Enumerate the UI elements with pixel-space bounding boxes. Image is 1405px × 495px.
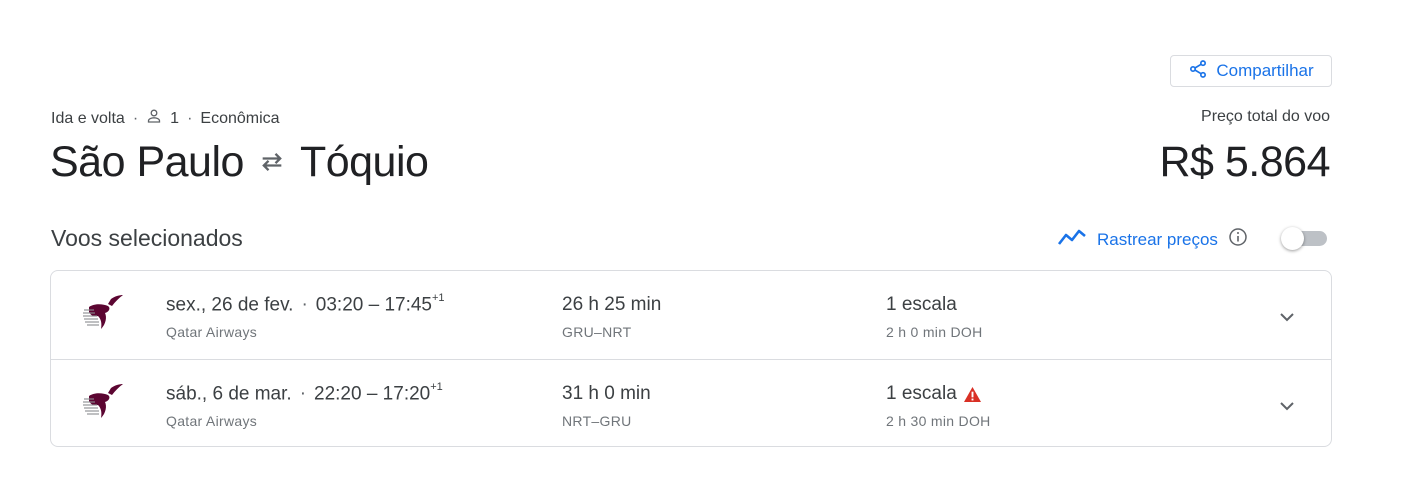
day-offset: +1	[432, 292, 445, 304]
flight-times: 03:20 – 17:45	[315, 294, 432, 316]
passenger-count: 1	[170, 109, 180, 127]
separator-dot: ·	[299, 383, 307, 405]
flight-date: sáb., 6 de mar.	[166, 383, 292, 405]
flight-date: sex., 26 de fev.	[166, 294, 294, 316]
share-label: Compartilhar	[1216, 61, 1314, 80]
flight-duration: 26 h 25 min	[562, 294, 662, 315]
flight-duration: 31 h 0 min	[562, 383, 651, 404]
track-prices[interactable]: Rastrear preços	[1057, 226, 1248, 253]
flight-row[interactable]: sex., 26 de fev. · 03:20 – 17:45+1 Qatar A…	[51, 271, 1331, 359]
stops-label: 1 escala	[886, 294, 957, 315]
trend-icon	[1057, 226, 1087, 253]
flight-stops: 1 escala	[886, 294, 957, 316]
qatar-airways-logo	[83, 384, 123, 418]
price-label: Preço total do voo	[1201, 108, 1330, 125]
route-title: São Paulo Tóquio	[50, 138, 429, 187]
layover-info: 2 h 30 min DOH	[886, 413, 991, 429]
share-icon	[1188, 59, 1208, 84]
chevron-down-icon[interactable]	[1275, 394, 1299, 418]
separator-dot: ·	[187, 109, 193, 127]
airline-name: Qatar Airways	[166, 413, 258, 429]
flight-stops: 1 escala	[886, 383, 982, 405]
airline-name: Qatar Airways	[166, 324, 258, 340]
warning-icon	[963, 386, 981, 402]
layover-info: 2 h 0 min DOH	[886, 324, 983, 340]
flight-times: 22:20 – 17:20	[314, 383, 431, 405]
track-prices-toggle[interactable]	[1281, 227, 1327, 251]
cabin-class: Econômica	[200, 109, 280, 127]
day-offset: +1	[430, 381, 443, 393]
flight-row[interactable]: sáb., 6 de mar. · 22:20 – 17:20+1 Qatar Ai…	[51, 359, 1331, 447]
info-icon[interactable]	[1228, 227, 1248, 252]
flight-airports: NRT–GRU	[562, 413, 632, 429]
trip-summary: Ida e volta · 1 · Econômica	[51, 108, 280, 129]
person-icon	[146, 108, 162, 129]
flight-schedule: sáb., 6 de mar. · 22:20 – 17:20+1	[166, 381, 443, 405]
flight-schedule: sex., 26 de fev. · 03:20 – 17:45+1	[166, 292, 445, 316]
destination-city: Tóquio	[299, 138, 429, 186]
chevron-down-icon[interactable]	[1275, 305, 1299, 329]
price-total: R$ 5.864	[1159, 138, 1330, 186]
separator-dot: ·	[132, 109, 139, 127]
toggle-knob	[1281, 227, 1304, 250]
stops-label: 1 escala	[886, 383, 957, 404]
trip-type: Ida e volta	[51, 109, 125, 127]
separator-dot: ·	[301, 294, 308, 316]
origin-city: São Paulo	[50, 138, 244, 186]
track-prices-label: Rastrear preços	[1097, 229, 1218, 249]
flight-airports: GRU–NRT	[562, 324, 632, 340]
swap-arrows-icon	[258, 138, 286, 187]
qatar-airways-logo	[83, 295, 123, 329]
selected-flights-list: sex., 26 de fev. · 03:20 – 17:45+1 Qatar A…	[50, 270, 1332, 447]
section-title: Voos selecionados	[51, 225, 243, 251]
share-button[interactable]: Compartilhar	[1170, 55, 1332, 87]
